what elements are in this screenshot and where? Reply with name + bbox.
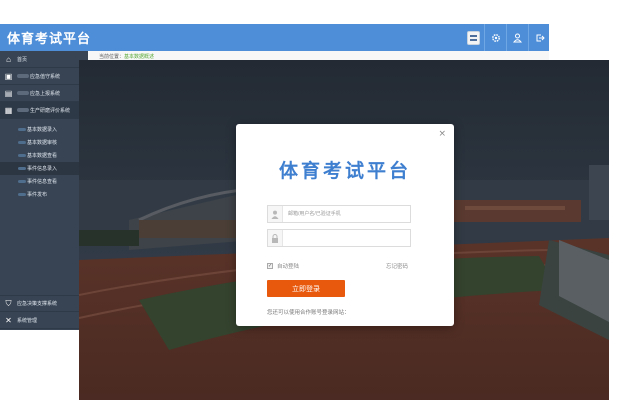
forgot-password-link[interactable]: 忘记密码: [386, 262, 408, 270]
blurred-text: [18, 180, 26, 183]
login-button[interactable]: 立即登录: [267, 280, 345, 297]
sidebar-subitem-label: 事件信息录入: [27, 166, 58, 172]
sidebar-subitem-label: 事件信息查看: [27, 179, 58, 185]
sidebar-subitem[interactable]: 事件信息查看: [0, 175, 88, 188]
username-input[interactable]: [283, 207, 407, 221]
blurred-text: [18, 193, 26, 196]
sidebar-item-decision[interactable]: ⛉ 应急决策支撑系统: [0, 295, 88, 312]
top-bar: 体育考试平台: [0, 24, 549, 51]
close-icon[interactable]: ×: [438, 130, 446, 139]
monitor-icon: ▣: [4, 71, 13, 81]
remember-me[interactable]: ✓ 自动登陆: [267, 262, 299, 270]
logout-icon[interactable]: [528, 24, 549, 51]
sidebar-subitem[interactable]: 事件发布: [0, 188, 88, 201]
sidebar-subitem[interactable]: 事件信息录入: [0, 162, 88, 175]
sidebar-subitem-label: 基本数据查看: [27, 153, 58, 159]
sidebar-subitem[interactable]: 基本数据录入: [0, 123, 88, 136]
partner-login-note: 您还可以使用合作账号登录网站：: [267, 310, 350, 316]
sidebar: ⌂ 首页 ▣ 应急值守系统 ▤ 应急上报系统 ▦ 生产研磨评价系统 基本数据录入…: [0, 51, 88, 330]
sidebar-item-evaluation[interactable]: ▦ 生产研磨评价系统: [0, 102, 88, 119]
sidebar-item-report[interactable]: ▤ 应急上报系统: [0, 85, 88, 102]
login-dialog: × 体育考试平台 ✓ 自动登陆 忘记密码 立即登录 您还可以使用合作账号登录网站…: [236, 124, 454, 326]
sidebar-item-label: 应急决策支撑系统: [17, 301, 58, 307]
sidebar-item-duty[interactable]: ▣ 应急值守系统: [0, 68, 88, 85]
sidebar-item-label: 生产研磨评价系统: [30, 107, 71, 114]
blurred-text: [17, 74, 29, 78]
screenshot-stage: 体育考试平台 ⌂ 首页 ▣ 应急值守系统 ▤ 应急上报系统 ▦ 生产研磨评价系统…: [0, 0, 620, 400]
blurred-text: [17, 108, 29, 112]
sidebar-item-label: 首页: [17, 56, 28, 63]
sidebar-item-system[interactable]: ✕ 系统管理: [0, 312, 88, 329]
sidebar-subitem-label: 基本数据录入: [27, 127, 58, 133]
blurred-text: [18, 141, 26, 144]
sidebar-subitem-label: 基本数据审核: [27, 140, 58, 146]
user-icon: [268, 206, 283, 222]
book-icon: ▤: [4, 88, 13, 98]
password-input[interactable]: [283, 231, 407, 245]
sidebar-item-label: 应急值守系统: [30, 73, 61, 80]
remember-label: 自动登陆: [277, 264, 300, 270]
chart-icon: ▦: [4, 105, 13, 115]
blurred-text: [17, 91, 29, 95]
gear-icon[interactable]: [484, 24, 506, 51]
sidebar-subitem[interactable]: 基本数据审核: [0, 136, 88, 149]
sidebar-item-label: 应急上报系统: [30, 90, 61, 97]
sidebar-subitem[interactable]: 基本数据查看: [0, 149, 88, 162]
breadcrumb: 当前位置：基本数据概述: [99, 53, 154, 60]
user-icon[interactable]: [506, 24, 528, 51]
profile-icon[interactable]: [462, 24, 484, 51]
blurred-text: [18, 154, 26, 157]
blurred-text: [18, 167, 26, 170]
username-field[interactable]: [267, 205, 411, 223]
password-field[interactable]: [267, 229, 411, 247]
login-title: 体育考试平台: [278, 161, 411, 182]
remember-checkbox[interactable]: ✓: [267, 263, 273, 269]
home-icon: ⌂: [6, 54, 11, 64]
sidebar-item-home[interactable]: ⌂ 首页: [0, 51, 88, 68]
lock-icon: [268, 230, 283, 246]
sidebar-item-label: 系统管理: [17, 317, 38, 324]
app-brand-title: 体育考试平台: [7, 31, 92, 46]
sidebar-subitem-label: 事件发布: [27, 192, 48, 198]
shield-icon: ⛉: [5, 298, 12, 308]
tools-icon: ✕: [5, 315, 12, 325]
blurred-text: [18, 128, 26, 131]
